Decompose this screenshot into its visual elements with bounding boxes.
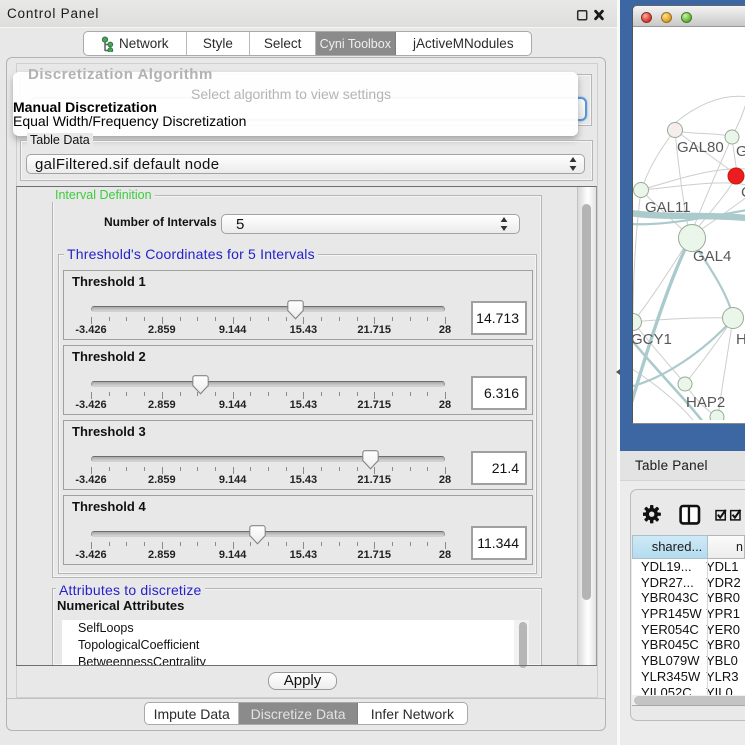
- svg-text:GAL4: GAL4: [693, 248, 731, 265]
- svg-text:G.: G.: [736, 143, 745, 160]
- svg-text:H: H: [736, 331, 745, 348]
- svg-text:GCY1: GCY1: [633, 331, 672, 348]
- svg-text:GAL80: GAL80: [677, 139, 724, 156]
- svg-text:GAL11: GAL11: [645, 199, 691, 216]
- svg-text:C: C: [741, 184, 745, 201]
- svg-text:HAP2: HAP2: [686, 394, 725, 411]
